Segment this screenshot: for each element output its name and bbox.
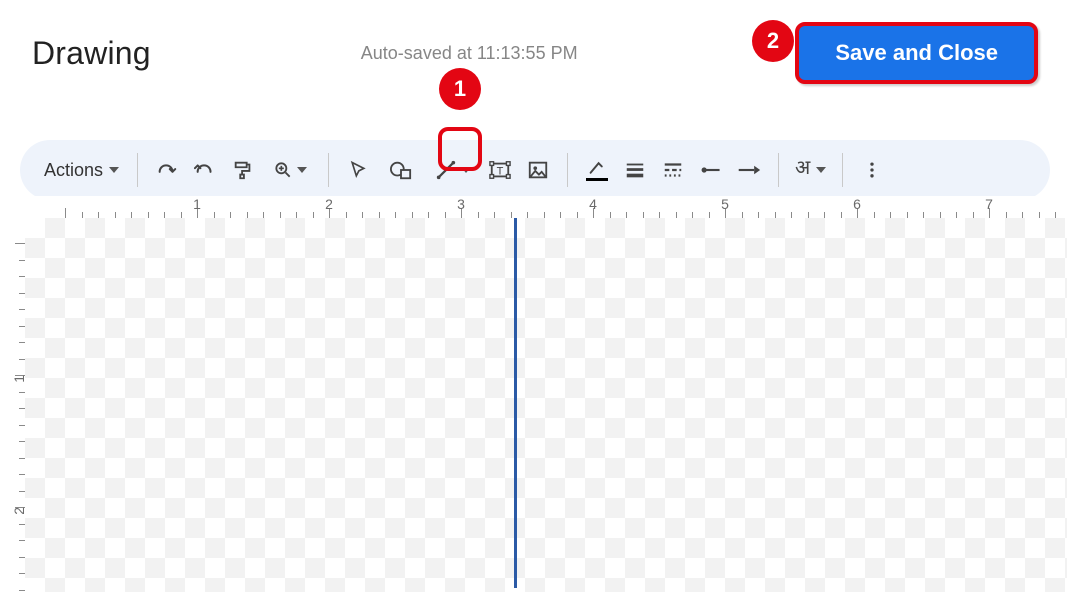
drawing-canvas-area: 1234567 12 xyxy=(3,196,1067,592)
cursor-icon xyxy=(348,160,368,180)
line-color-icon xyxy=(586,160,608,181)
insert-image-button[interactable] xyxy=(519,151,557,189)
save-and-close-button[interactable]: Save and Close xyxy=(795,22,1038,84)
line-color-button[interactable] xyxy=(578,151,616,189)
chevron-down-icon xyxy=(297,167,307,173)
vertical-ruler[interactable]: 12 xyxy=(3,218,25,592)
zoom-icon xyxy=(273,160,293,180)
autosave-status: Auto-saved at 11:13:55 PM xyxy=(361,43,578,64)
line-end-button[interactable] xyxy=(730,151,768,189)
toolbar-separator xyxy=(328,153,329,187)
paint-format-button[interactable] xyxy=(224,151,262,189)
image-icon xyxy=(527,159,549,181)
line-weight-button[interactable] xyxy=(616,151,654,189)
redo-icon xyxy=(194,159,216,181)
chevron-down-icon xyxy=(816,167,826,173)
shape-tool-button[interactable] xyxy=(377,151,425,189)
toolbar-separator xyxy=(137,153,138,187)
toolbar-separator xyxy=(842,153,843,187)
line-icon xyxy=(435,159,457,181)
toolbar-separator xyxy=(567,153,568,187)
text-box-button[interactable]: T xyxy=(481,151,519,189)
zoom-dropdown-button[interactable] xyxy=(262,151,318,189)
line-start-button[interactable] xyxy=(692,151,730,189)
select-tool-button[interactable] xyxy=(339,151,377,189)
dialog-header: Drawing Auto-saved at 11:13:55 PM Save a… xyxy=(0,0,1070,92)
drawing-toolbar: Actions T xyxy=(20,140,1050,200)
font-menu-button[interactable]: अ xyxy=(789,157,832,183)
svg-text:T: T xyxy=(497,166,504,178)
annotation-step-1: 1 xyxy=(439,68,481,110)
chevron-down-icon xyxy=(461,167,471,173)
line-end-icon xyxy=(737,159,761,181)
font-sample-label: अ xyxy=(795,157,810,183)
more-options-button[interactable] xyxy=(853,151,891,189)
annotation-step-2: 2 xyxy=(752,20,794,62)
undo-button[interactable] xyxy=(148,151,186,189)
shape-icon xyxy=(388,159,414,181)
line-weight-icon xyxy=(624,159,646,181)
drawn-vertical-line[interactable] xyxy=(514,218,517,588)
undo-icon xyxy=(156,159,178,181)
chevron-down-icon xyxy=(109,167,119,173)
dialog-title: Drawing xyxy=(32,35,151,72)
actions-menu-button[interactable]: Actions xyxy=(36,151,127,189)
horizontal-ruler[interactable]: 1234567 xyxy=(25,196,1067,218)
text-box-icon: T xyxy=(489,159,511,181)
line-tool-button[interactable] xyxy=(425,151,481,189)
more-vertical-icon xyxy=(862,160,882,180)
line-start-icon xyxy=(699,159,723,181)
line-dash-button[interactable] xyxy=(654,151,692,189)
paint-roller-icon xyxy=(232,159,254,181)
redo-button[interactable] xyxy=(186,151,224,189)
drawing-canvas[interactable] xyxy=(25,218,1067,592)
actions-menu-label: Actions xyxy=(44,160,103,181)
line-dash-icon xyxy=(662,159,684,181)
toolbar-separator xyxy=(778,153,779,187)
